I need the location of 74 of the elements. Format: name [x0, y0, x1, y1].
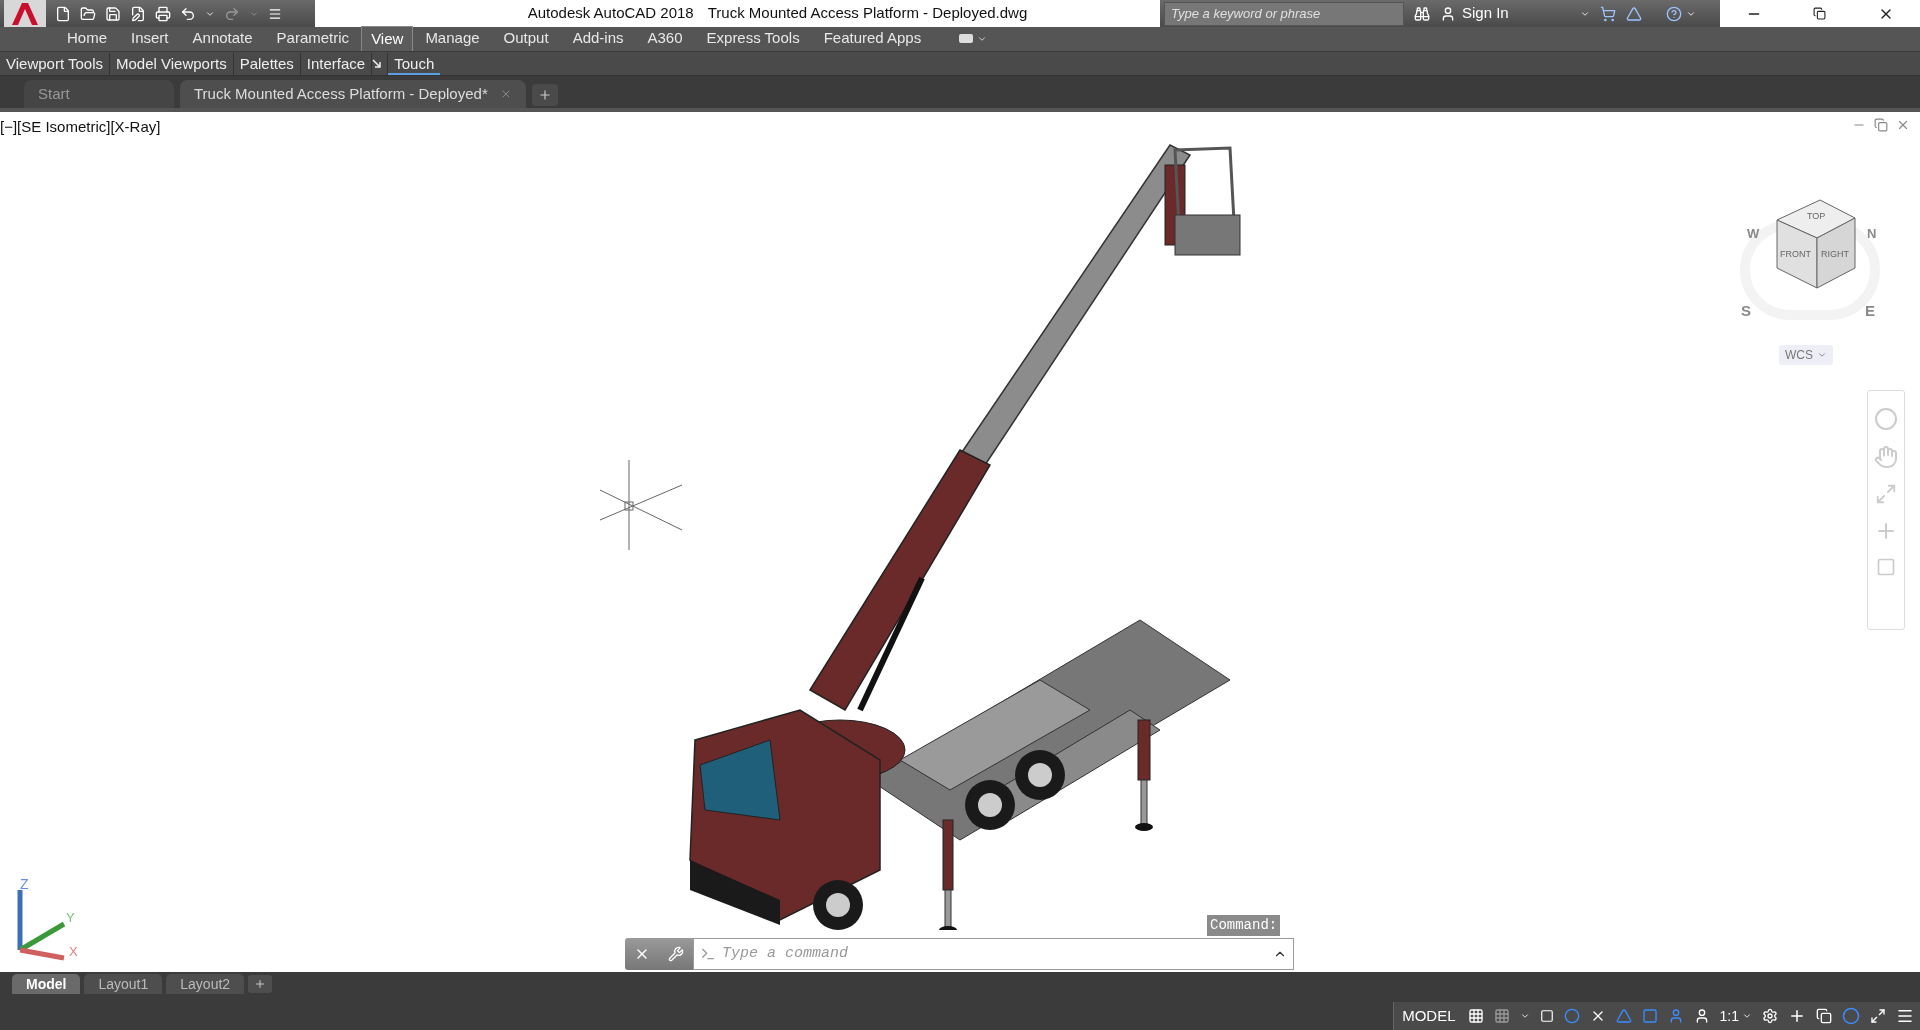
- ribbon-panel[interactable]: Touch: [388, 52, 441, 75]
- viewport-controls[interactable]: [−][SE Isometric][X-Ray]: [0, 116, 161, 139]
- app-name: Autodesk AutoCAD 2018: [527, 3, 694, 24]
- layout-tab[interactable]: Model: [12, 974, 81, 994]
- panel-toggle-icon[interactable]: [959, 34, 974, 43]
- compass-label[interactable]: E: [1865, 300, 1875, 323]
- compass-label[interactable]: S: [1741, 300, 1751, 323]
- z-axis-label: Z: [20, 875, 29, 894]
- ribbon-tab[interactable]: Featured Apps: [811, 26, 934, 51]
- file-tab[interactable]: Truck Mounted Access Platform - Deployed*: [180, 80, 526, 108]
- layout-tab[interactable]: Layout1: [84, 974, 163, 994]
- top-face-label[interactable]: TOP: [1807, 212, 1826, 221]
- redo-icon[interactable]: [224, 5, 240, 22]
- ribbon-panel[interactable]: Interface: [300, 52, 373, 75]
- ribbon-tab[interactable]: Home: [55, 26, 119, 51]
- ribbon-tab[interactable]: Add-ins: [560, 26, 636, 51]
- user-icon[interactable]: [1440, 5, 1456, 22]
- terminal-icon[interactable]: [700, 946, 716, 962]
- fullscreen-icon[interactable]: [1870, 1008, 1886, 1024]
- x-axis-label: X: [69, 943, 78, 961]
- ribbon-tab[interactable]: Manage: [413, 26, 492, 51]
- y-axis-label: Y: [66, 909, 75, 927]
- ribbon-panel[interactable]: Palettes: [233, 52, 301, 75]
- menu-icon[interactable]: [1896, 1007, 1914, 1025]
- command-line-field[interactable]: Type a command: [693, 938, 1294, 970]
- search-field[interactable]: Type a keyword or phrase: [1164, 1, 1404, 26]
- grid-icon[interactable]: [1467, 1008, 1484, 1024]
- model-space-button[interactable]: MODEL: [1400, 1004, 1458, 1028]
- save-as-icon[interactable]: [130, 5, 146, 22]
- cart-icon[interactable]: [1600, 5, 1616, 22]
- undo-icon[interactable]: [180, 5, 196, 22]
- ribbon-tab[interactable]: A360: [635, 26, 695, 51]
- ribbon-tab[interactable]: Insert: [119, 26, 181, 51]
- print-icon[interactable]: [155, 5, 171, 22]
- binoculars-icon[interactable]: [1414, 5, 1430, 22]
- wcs-dropdown[interactable]: WCS: [1779, 345, 1833, 365]
- ribbon-tab[interactable]: Express Tools: [694, 26, 812, 51]
- plus-icon[interactable]: [254, 978, 267, 990]
- sign-in-button[interactable]: Sign In: [1440, 2, 1590, 25]
- new-file-icon[interactable]: [55, 5, 71, 22]
- ribbon-tab[interactable]: Output: [491, 26, 561, 51]
- front-face-label[interactable]: FRONT: [1780, 250, 1811, 259]
- caret-icon[interactable]: [1519, 1011, 1530, 1021]
- compass-label[interactable]: N: [1867, 224, 1877, 244]
- file-tab[interactable]: Start: [24, 80, 174, 108]
- restore-icon[interactable]: [1813, 7, 1827, 20]
- ribbon-tab[interactable]: Parametric: [264, 26, 362, 51]
- wrench-icon[interactable]: [668, 946, 684, 962]
- ribbon-panel[interactable]: Model Viewports: [110, 52, 234, 75]
- ribbon-tab[interactable]: Annotate: [180, 26, 265, 51]
- plus-icon[interactable]: [537, 88, 552, 102]
- dialog-launcher-icon[interactable]: [372, 59, 382, 68]
- save-icon[interactable]: [105, 5, 121, 22]
- settings-icon[interactable]: [1762, 1008, 1778, 1024]
- open-folder-icon[interactable]: [80, 5, 96, 22]
- app-logo-icon[interactable]: [4, 0, 46, 27]
- new-layout-button[interactable]: [248, 975, 273, 993]
- new-tab-button[interactable]: [531, 84, 558, 106]
- help-icon[interactable]: [1666, 5, 1682, 22]
- snap-icon[interactable]: [1493, 1008, 1510, 1024]
- document-title: Truck Mounted Access Platform - Deployed.dwg: [707, 3, 1028, 24]
- caret-icon[interactable]: [1742, 1011, 1752, 1021]
- command-input[interactable]: Type a command: [722, 942, 1267, 966]
- compass-label[interactable]: W: [1747, 224, 1760, 244]
- customize-icon[interactable]: [268, 6, 282, 21]
- plus-icon[interactable]: [1788, 1007, 1806, 1025]
- triangle-icon[interactable]: [1626, 5, 1642, 22]
- viewcube[interactable]: [1775, 198, 1857, 290]
- right-face-label[interactable]: RIGHT: [1821, 250, 1849, 259]
- scale-dropdown[interactable]: 1:1: [1719, 1005, 1752, 1027]
- ribbon-panel[interactable]: Viewport Tools: [0, 52, 110, 75]
- layout-tab[interactable]: Layout2: [166, 974, 245, 994]
- ribbon-tab[interactable]: View: [361, 26, 414, 51]
- command-history: Command:: [1207, 915, 1281, 936]
